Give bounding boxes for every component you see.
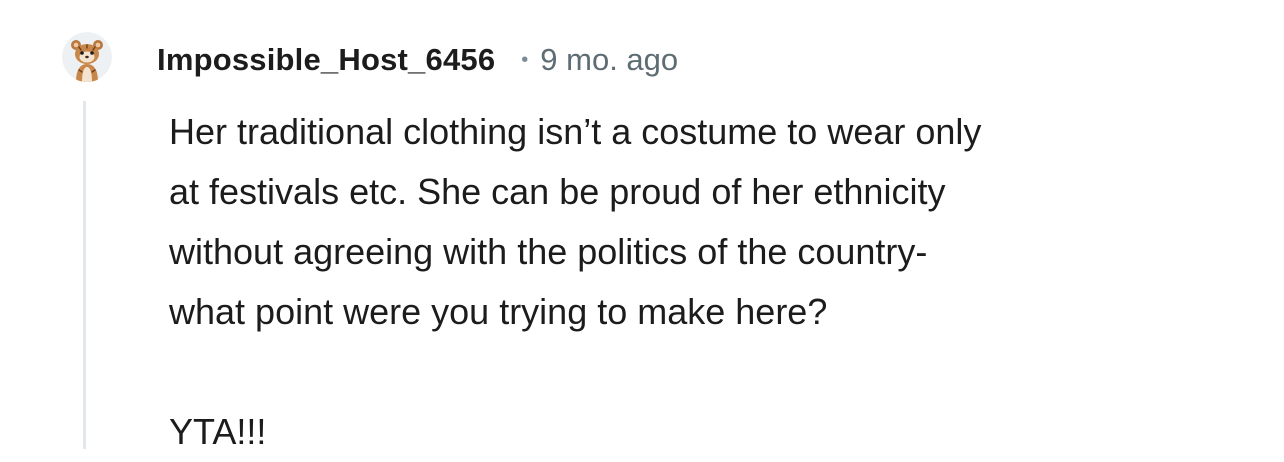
comment-body: Her traditional clothing isn’t a costume… [169,102,1229,462]
comment-text-line: Her traditional clothing isn’t a costume… [169,111,982,152]
meta-separator: • [521,48,529,71]
comment: Impossible_Host_6456 • 9 mo. ago Her tra… [0,0,1284,452]
comment-text-line: at festivals etc. She can be proud of he… [169,171,946,212]
thread-line[interactable] [83,101,86,449]
comment-meta: Impossible_Host_6456 • 9 mo. ago [157,38,678,82]
comment-timestamp[interactable]: 9 mo. ago [540,42,678,78]
user-avatar-icon[interactable] [62,32,112,82]
username-link[interactable]: Impossible_Host_6456 [157,42,495,78]
comment-verdict: YTA!!! [169,411,267,452]
comment-text-line: what point were you trying to make here? [169,291,828,332]
comment-text-line: without agreeing with the politics of th… [169,231,928,272]
